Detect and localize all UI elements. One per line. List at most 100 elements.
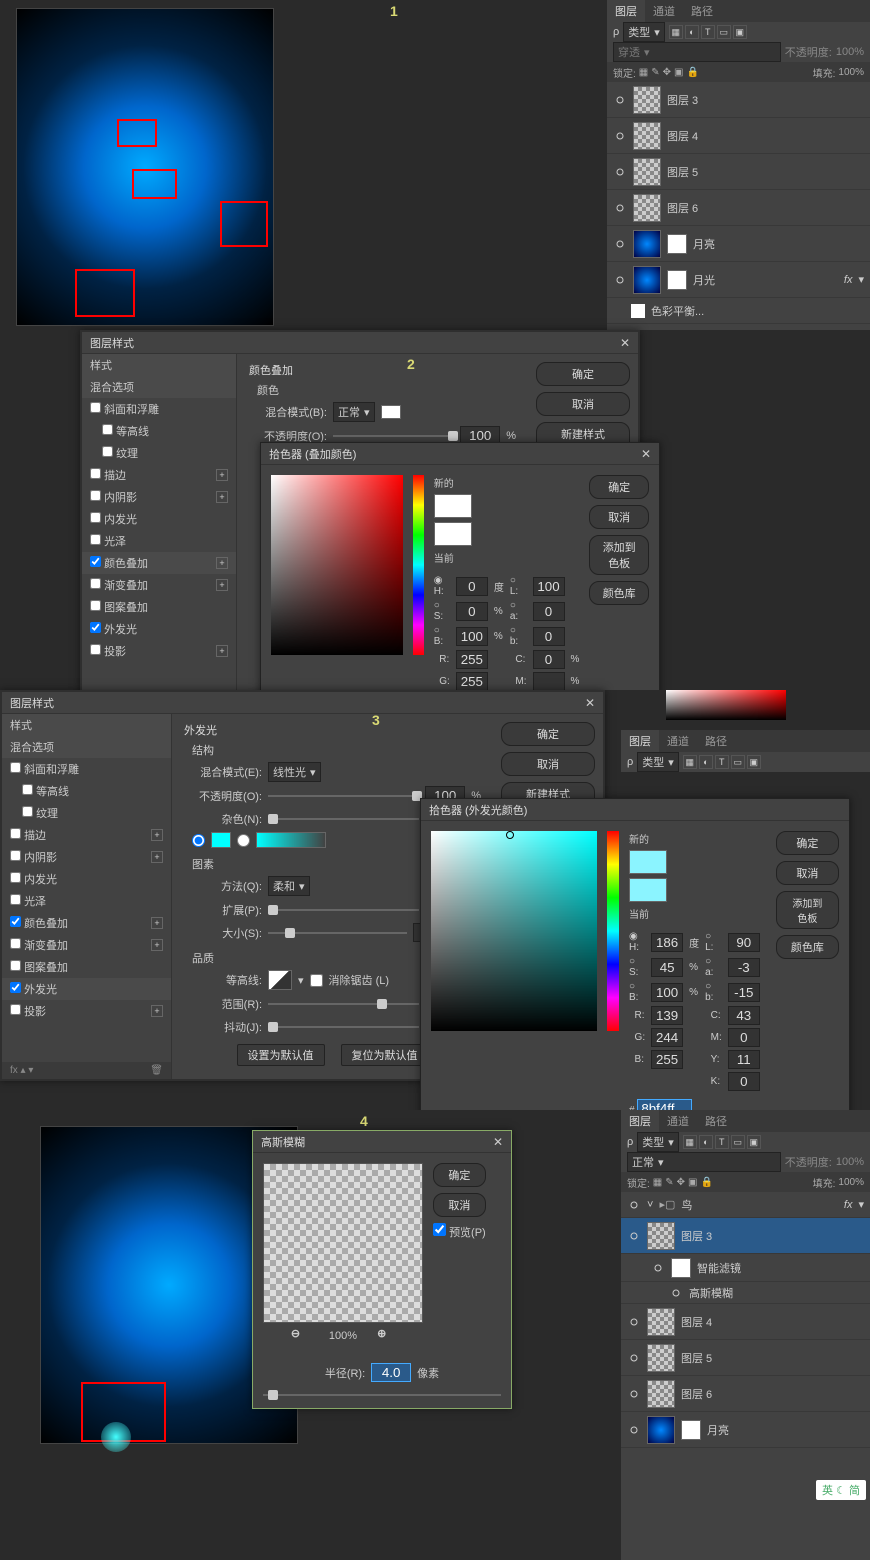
a-input[interactable] — [533, 602, 565, 621]
r-input[interactable] — [651, 1006, 683, 1025]
contour-picker[interactable] — [268, 970, 292, 990]
lock-nest-icon[interactable]: ▣ — [674, 67, 683, 78]
style-color-overlay[interactable]: 颜色叠加+ — [2, 912, 171, 934]
visibility-icon[interactable] — [613, 203, 627, 213]
overlay-color-swatch[interactable] — [381, 405, 401, 419]
tab-paths[interactable]: 路径 — [683, 0, 721, 22]
blend-dropdown[interactable]: 正常▾ — [333, 402, 375, 422]
c-input[interactable] — [533, 650, 565, 669]
k-input[interactable] — [728, 1072, 760, 1091]
add-icon[interactable]: + — [216, 469, 228, 481]
tab-layers[interactable]: 图层 — [607, 0, 645, 22]
layer-row[interactable]: 月亮 — [607, 226, 870, 262]
style-contour[interactable]: 等高线 — [2, 780, 171, 802]
reset-default-button[interactable]: 复位为默认值 — [341, 1044, 429, 1066]
style-pattern-overlay[interactable]: 图案叠加 — [2, 956, 171, 978]
filter-entry-row[interactable]: 高斯模糊 — [621, 1282, 870, 1304]
lock-position-icon[interactable]: ✥ — [663, 67, 671, 78]
style-innershadow[interactable]: 内阴影+ — [82, 486, 236, 508]
dialog-titlebar[interactable]: 图层样式 ✕ — [82, 332, 638, 354]
style-outerglow[interactable]: 外发光 — [82, 618, 236, 640]
style-color-overlay[interactable]: 颜色叠加+ — [82, 552, 236, 574]
fx-menu-icon[interactable]: fx ▴ ▾ — [10, 1065, 33, 1076]
cancel-button[interactable]: 取消 — [433, 1193, 486, 1217]
add-icon[interactable]: + — [216, 579, 228, 591]
close-icon[interactable]: ✕ — [620, 336, 630, 350]
glow-opacity-slider[interactable] — [268, 795, 419, 797]
visibility-icon[interactable] — [613, 239, 627, 249]
layer-row[interactable]: 月亮 — [621, 1412, 870, 1448]
trash-icon[interactable]: 🗑 — [150, 1065, 163, 1076]
dialog-titlebar[interactable]: 图层样式✕ — [2, 692, 603, 714]
filter-dropdown[interactable]: 类型▾ — [637, 1132, 679, 1152]
layer-group-row[interactable]: ˅▸▢鸟fx▾ — [621, 1192, 870, 1218]
c-input[interactable] — [728, 1006, 760, 1025]
style-innerglow[interactable]: 内发光 — [82, 508, 236, 530]
layer-row[interactable]: 色彩平衡... — [607, 298, 870, 324]
style-innershadow[interactable]: 内阴影+ — [2, 846, 171, 868]
glow-color-swatch[interactable] — [211, 832, 231, 848]
lock-pixels-icon[interactable]: ✎ — [651, 67, 659, 78]
ok-button[interactable]: 确定 — [433, 1163, 486, 1187]
smart-filter-row[interactable]: 智能滤镜 — [621, 1254, 870, 1282]
g-input[interactable] — [456, 672, 488, 691]
style-dropshadow[interactable]: 投影+ — [82, 640, 236, 662]
a-input[interactable] — [728, 958, 760, 977]
tab-paths[interactable]: 路径 — [697, 1110, 735, 1132]
blend-mode-dropdown[interactable]: 穿透▾ — [613, 42, 781, 62]
add-icon[interactable]: + — [216, 491, 228, 503]
spread-slider[interactable] — [268, 909, 419, 911]
zoom-in-icon[interactable]: ⊕ — [377, 1327, 395, 1345]
style-dropshadow[interactable]: 投影+ — [2, 1000, 171, 1022]
style-gradient-overlay[interactable]: 渐变叠加+ — [2, 934, 171, 956]
opacity-value[interactable]: 100% — [836, 46, 864, 58]
range-slider[interactable] — [268, 1003, 419, 1005]
shape-layer-icon[interactable]: ▭ — [717, 25, 731, 39]
style-contour[interactable]: 等高线 — [82, 420, 236, 442]
hue-slider[interactable] — [413, 475, 423, 655]
color-field[interactable] — [271, 475, 403, 655]
ok-button[interactable]: 确定 — [776, 831, 839, 855]
glow-gradient[interactable] — [256, 832, 326, 848]
b-input[interactable] — [456, 627, 488, 646]
style-texture[interactable]: 纹理 — [2, 802, 171, 824]
style-stroke[interactable]: 描边+ — [82, 464, 236, 486]
bl-input[interactable] — [728, 983, 760, 1002]
tab-paths[interactable]: 路径 — [697, 730, 735, 752]
jitter-slider[interactable] — [268, 1026, 419, 1028]
style-hdr[interactable]: 样式 — [82, 354, 236, 376]
h-input[interactable] — [651, 933, 683, 952]
hue-slider[interactable] — [607, 831, 619, 1031]
blend-hdr[interactable]: 混合选项 — [2, 736, 171, 758]
style-bevel[interactable]: 斜面和浮雕 — [82, 398, 236, 420]
visibility-icon[interactable] — [627, 1425, 641, 1435]
lock-all-icon[interactable]: 🔒 — [686, 67, 698, 78]
ime-badge[interactable]: 英 ☾ 简 — [816, 1480, 866, 1500]
blend-hdr[interactable]: 混合选项 — [82, 376, 236, 398]
layer-row[interactable]: 图层 4 — [607, 118, 870, 154]
color-lib-button[interactable]: 颜色库 — [589, 581, 649, 605]
add-swatch-button[interactable]: 添加到色板 — [776, 891, 839, 929]
tab-channels[interactable]: 通道 — [659, 730, 697, 752]
cancel-button[interactable]: 取消 — [776, 861, 839, 885]
pixel-layer-icon[interactable]: ▦ — [669, 25, 683, 39]
glow-blend-dropdown[interactable]: 线性光▾ — [268, 762, 321, 782]
close-icon[interactable]: ✕ — [585, 696, 595, 710]
filter-dropdown[interactable]: 类型▾ — [637, 752, 679, 772]
fx-badge[interactable]: fx — [844, 274, 853, 286]
glow-noise-slider[interactable] — [268, 818, 419, 820]
filter-type-dropdown[interactable]: 类型▾ — [623, 22, 665, 42]
layer-row[interactable]: 图层 5 — [607, 154, 870, 190]
gradient-radio[interactable] — [237, 834, 250, 847]
size-slider[interactable] — [268, 932, 407, 934]
visibility-icon[interactable] — [613, 275, 627, 285]
color-radio[interactable] — [192, 834, 205, 847]
add-swatch-button[interactable]: 添加到色板 — [589, 535, 649, 575]
style-pattern-overlay[interactable]: 图案叠加 — [82, 596, 236, 618]
tab-channels[interactable]: 通道 — [645, 0, 683, 22]
y-input[interactable] — [728, 1050, 760, 1069]
layer-row[interactable]: 月光fx▾ — [607, 262, 870, 298]
type-layer-icon[interactable]: T — [701, 25, 715, 39]
zoom-out-icon[interactable]: ⊖ — [291, 1327, 309, 1345]
tab-channels[interactable]: 通道 — [659, 1110, 697, 1132]
